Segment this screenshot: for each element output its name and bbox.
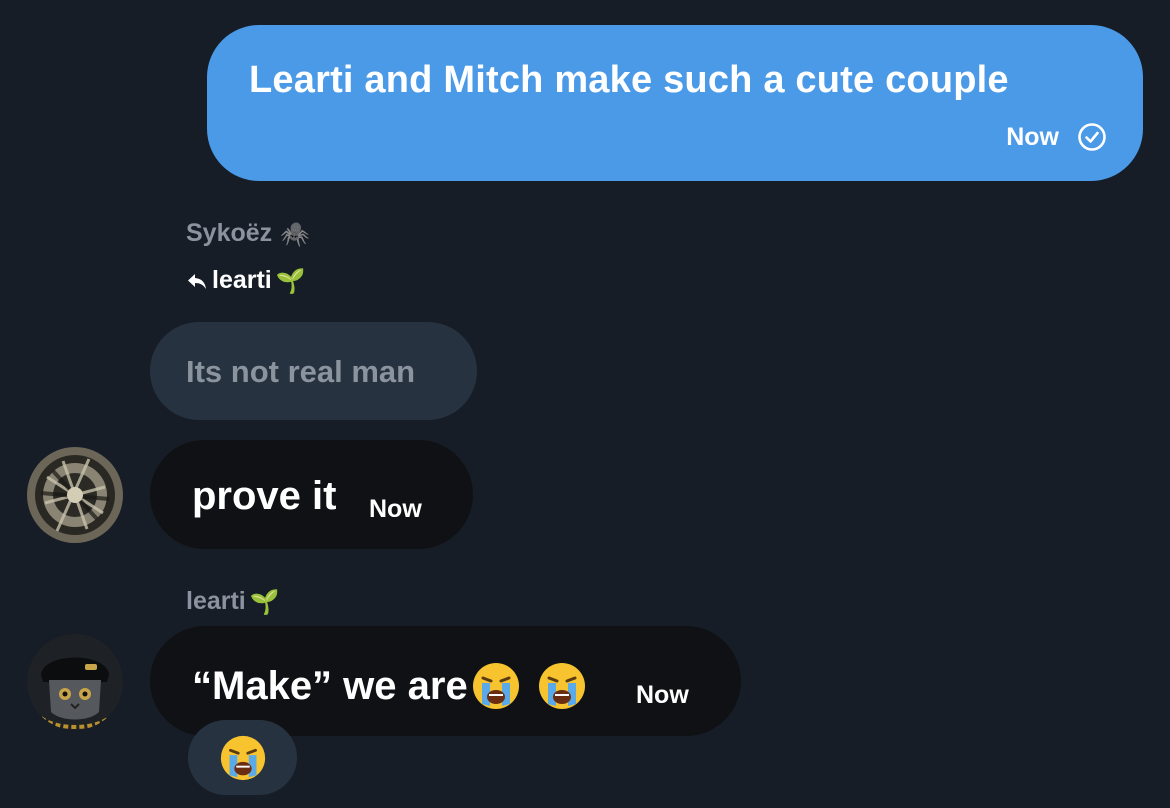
outgoing-message-text: Learti and Mitch make such a cute couple: [249, 59, 1009, 101]
avatar[interactable]: [27, 447, 123, 543]
seedling-emoji: 🌱: [275, 266, 306, 295]
reply-to-name: learti: [212, 266, 272, 294]
incoming-message-content: “Make” we are: [192, 660, 588, 712]
sender-name[interactable]: Sykoëz 🕷️: [186, 219, 310, 248]
reply-reference[interactable]: learti 🌱: [186, 266, 306, 295]
reaction-chip[interactable]: [188, 720, 297, 795]
seedling-emoji: 🌱: [249, 587, 280, 616]
incoming-message-text: prove it: [192, 474, 337, 518]
crying-face-emoji: [218, 733, 268, 783]
message-time: Now: [636, 681, 689, 709]
reply-arrow-icon: [186, 270, 208, 292]
message-time: Now: [369, 495, 422, 523]
avatar[interactable]: [27, 634, 123, 730]
quoted-message-bubble[interactable]: Its not real man: [150, 322, 477, 420]
sender-name[interactable]: learti 🌱: [186, 587, 280, 616]
sender-name-text: learti: [186, 587, 246, 615]
crying-face-emoji: [470, 660, 522, 712]
incoming-message-bubble[interactable]: prove it Now: [150, 440, 473, 549]
quoted-message-text: Its not real man: [186, 354, 416, 389]
outgoing-message-meta: Now: [1006, 122, 1107, 152]
crying-face-emoji: [536, 660, 588, 712]
sender-name-text: Sykoëz: [186, 219, 273, 247]
incoming-message-text: “Make” we are: [192, 663, 468, 708]
outgoing-message-time: Now: [1006, 122, 1059, 151]
outgoing-message-bubble[interactable]: Learti and Mitch make such a cute couple…: [207, 25, 1143, 181]
check-circle-icon: [1077, 122, 1107, 152]
spider-emoji: 🕷️: [280, 219, 311, 248]
